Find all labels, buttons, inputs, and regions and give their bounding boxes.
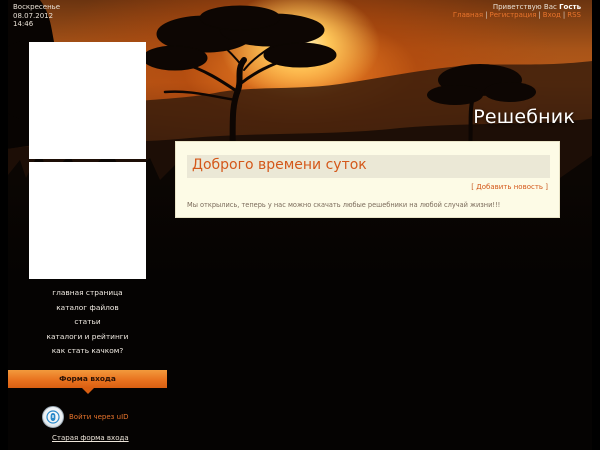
link-home[interactable]: Главная (453, 11, 483, 19)
page-border-right (592, 0, 600, 450)
old-login-form-link[interactable]: Старая форма входа (52, 434, 129, 442)
top-nav-links: Главная | Регистрация | Вход | RSS (453, 11, 581, 20)
sidebar-nav: главная страница каталог файлов статьи к… (8, 286, 167, 359)
site-title[interactable]: Решебник (473, 106, 575, 128)
date-time-block: Воскресенье 08.07.2012 14:46 (13, 3, 60, 29)
link-login[interactable]: Вход (543, 11, 561, 19)
uid-logo-icon (46, 410, 60, 424)
nav-item-articles[interactable]: статьи (8, 315, 167, 330)
welcome-text: Мы открылись, теперь у нас можно скачать… (187, 201, 501, 209)
news-panel-header: Доброго времени суток (187, 155, 550, 178)
login-header-pointer (82, 388, 94, 394)
page-border-left (0, 0, 8, 450)
add-news-link[interactable]: Добавить новость (476, 183, 543, 191)
greeting-user: Гость (559, 3, 581, 11)
current-date: 08.07.2012 (13, 11, 54, 20)
nav-item-home[interactable]: главная страница (8, 286, 167, 301)
add-news: [ Добавить новость ] (471, 183, 548, 191)
current-time: 14:46 (13, 20, 34, 28)
sidebar-banner-bottom (29, 162, 146, 279)
news-panel: Доброго времени суток [ Добавить новость… (175, 141, 560, 218)
page-title: Доброго времени суток (192, 157, 367, 173)
sidebar-banner-top (29, 42, 146, 159)
login-form-header: Форма входа (8, 370, 167, 394)
uid-login-link[interactable]: Войти через uID (69, 413, 129, 421)
link-rss[interactable]: RSS (567, 11, 581, 19)
nav-item-catalogs[interactable]: каталоги и рейтинги (8, 330, 167, 345)
day-of-week: Воскресенье (13, 3, 61, 11)
greeting-text: Приветствую Вас (492, 3, 557, 11)
login-form-title: Форма входа (59, 374, 116, 383)
bracket-open: [ (471, 183, 475, 191)
nav-item-files[interactable]: каталог файлов (8, 301, 167, 316)
bracket-close: ] (545, 183, 548, 191)
uid-icon[interactable] (42, 406, 64, 428)
uid-login: Войти через uID (42, 406, 129, 428)
nav-item-bodybuilding[interactable]: как стать качком? (8, 344, 167, 359)
link-register[interactable]: Регистрация (489, 11, 536, 19)
